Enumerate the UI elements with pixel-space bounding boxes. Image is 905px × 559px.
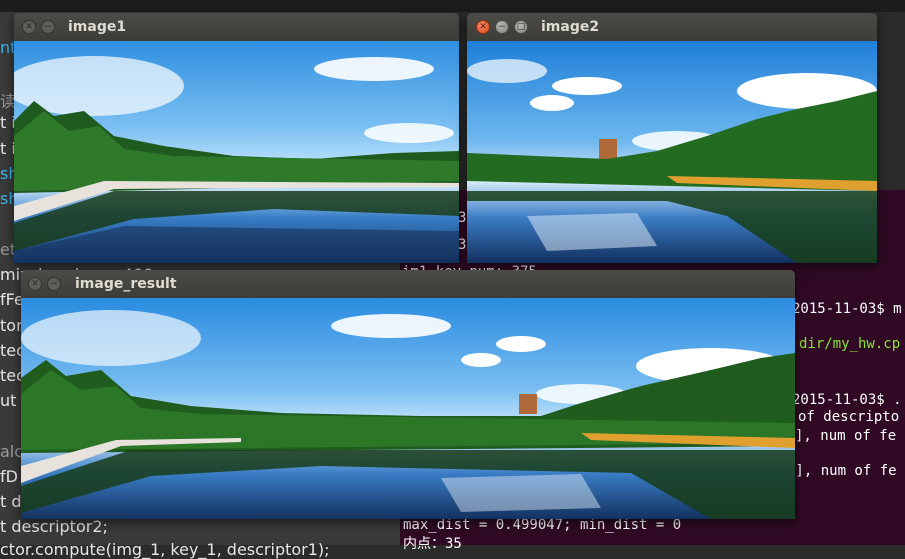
terminal-line: 2015-11-03$ m (792, 301, 902, 317)
maximize-button[interactable]: □ (514, 20, 528, 34)
terminal-line: dir/my_hw.cp (799, 336, 901, 352)
close-button[interactable]: ✕ (22, 20, 36, 34)
close-button[interactable]: ✕ (28, 277, 42, 291)
image-result-photo (21, 298, 795, 519)
image2-titlebar[interactable]: ✕ − □ image2 (467, 13, 877, 41)
minimize-button[interactable]: − (47, 277, 61, 291)
editor-line: t descriptor2; (0, 517, 108, 536)
editor-line: fD (0, 467, 18, 486)
maximize-icon: □ (516, 21, 526, 32)
editor-line: ctor.compute(img_1, key_1, descriptor1); (0, 540, 330, 559)
image1-window[interactable]: ✕ − image1 (14, 13, 459, 263)
desktop-top-strip (0, 0, 905, 12)
terminal-line: 4], num of fe (787, 463, 897, 479)
close-button[interactable]: ✕ (476, 20, 490, 34)
image-result-window[interactable]: ✕ − image_result (21, 270, 795, 519)
minimize-icon: − (50, 278, 58, 289)
editor-line: alc (0, 442, 24, 461)
terminal-line: 2015-11-03$ . (792, 392, 902, 408)
minimize-icon: − (498, 21, 506, 32)
image2-window[interactable]: ✕ − □ image2 (467, 13, 877, 263)
terminal-line: 3 (458, 210, 467, 226)
minimize-button[interactable]: − (41, 20, 55, 34)
close-icon: ✕ (479, 21, 487, 32)
minimize-icon: − (44, 21, 52, 32)
image2-photo (467, 41, 877, 263)
terminal-line: max_dist = 0.499047; min_dist = 0 (403, 517, 682, 533)
minimize-button[interactable]: − (495, 20, 509, 34)
terminal-line: of descripto (798, 409, 900, 425)
terminal-line: ], num of fe (795, 428, 897, 444)
image1-photo (14, 41, 459, 263)
close-icon: ✕ (25, 21, 33, 32)
window-title: image2 (541, 19, 600, 35)
terminal-line: 内点：35 (403, 536, 462, 552)
window-title: image1 (68, 19, 127, 35)
editor-line: tor (0, 316, 23, 335)
image-result-titlebar[interactable]: ✕ − image_result (21, 270, 795, 298)
terminal-line: 3 (458, 237, 467, 253)
editor-line: t d (0, 492, 22, 511)
image1-titlebar[interactable]: ✕ − image1 (14, 13, 459, 41)
close-icon: ✕ (31, 278, 39, 289)
window-title: image_result (75, 276, 177, 292)
